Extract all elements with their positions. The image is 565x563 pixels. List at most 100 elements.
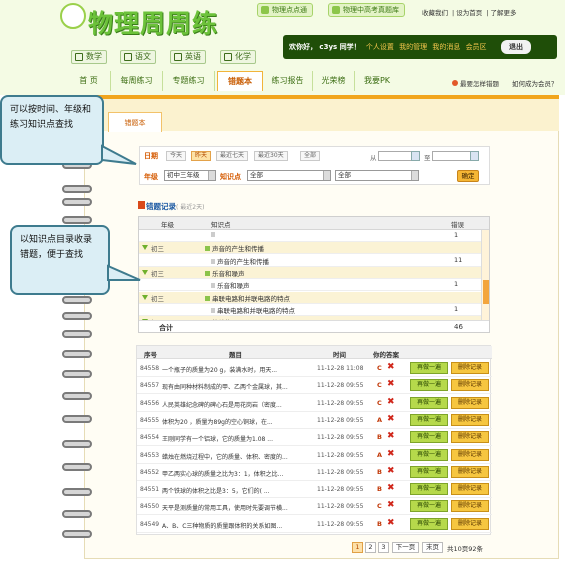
delete-record-button[interactable]: 删除记录 [451, 362, 489, 374]
redo-button[interactable]: 再做一遍 [410, 465, 448, 478]
tab-honor[interactable]: 光荣榜 [313, 71, 355, 91]
question-row: 84557 现有由同种材料制成的甲、乙两个金属球，其... 11-12-28 09:… [137, 377, 492, 395]
total-label: 合计 [159, 324, 173, 332]
binder-ring [62, 350, 92, 358]
redo-button[interactable]: 再做一遍 [410, 517, 448, 530]
top-link-point[interactable]: 物理点点通 [257, 3, 313, 17]
document-icon [211, 307, 215, 313]
subject-english[interactable]: 英语 [170, 50, 206, 64]
user-greeting: 欢你好， c3ys 同学！ [289, 43, 361, 51]
calendar-icon[interactable] [411, 151, 420, 161]
tab-weekly[interactable]: 每周练习 [111, 71, 163, 91]
question-text[interactable]: 甲乙两实心球的质量之比为3：1，体积之比... [162, 469, 307, 478]
knowledge-select-2[interactable]: 全部 [335, 170, 419, 181]
filter-panel: 日期 今天 昨天 最近七天 最近30天 全部 从 至 年级 初中三年级 知识点 … [139, 146, 490, 185]
site-logo[interactable]: 物理周周练 [88, 4, 218, 40]
date-today[interactable]: 今天 [166, 151, 187, 161]
top-link-exam[interactable]: 物理中高考真题库 [328, 3, 405, 17]
expand-arrow-icon[interactable] [142, 245, 148, 251]
user-link-member[interactable]: 会员区 [466, 43, 487, 51]
howto-member-link[interactable]: 如何成为会员？ [512, 78, 558, 88]
grade-label: 年级 [144, 173, 158, 181]
last-page-button[interactable]: 末页 [422, 542, 443, 553]
tab-report[interactable]: 练习报告 [263, 71, 313, 91]
question-id: 84557 [140, 382, 160, 390]
date-30days[interactable]: 最近30天 [254, 151, 288, 161]
delete-record-button[interactable]: 删除记录 [451, 517, 489, 530]
knowledge-row[interactable]: 串联电路和并联电路的特点 1 [139, 304, 481, 316]
binder-ring [62, 330, 92, 338]
delete-record-button[interactable]: 删除记录 [451, 483, 489, 496]
user-link-manage[interactable]: 我的管理 [399, 43, 427, 51]
knowledge-row[interactable]: 声音的产生和传播 11 [139, 255, 481, 267]
redo-button[interactable]: 再做一遍 [410, 448, 448, 461]
knowledge-select-1[interactable]: 全部 [247, 170, 331, 181]
tab-pk[interactable]: 我要PK [355, 71, 399, 91]
subject-chemistry[interactable]: 化学 [220, 50, 256, 64]
page-3[interactable]: 3 [378, 542, 389, 553]
your-answer: C [377, 381, 382, 390]
scrollbar-thumb[interactable] [483, 280, 489, 304]
col-wrong: 错误 [451, 221, 464, 229]
tab-wrongbook[interactable]: 错题本 [217, 71, 263, 91]
question-text[interactable]: 一个瓶子的质量为20 g，装满水时，用天... [162, 365, 307, 374]
logout-button[interactable]: 退出 [501, 40, 531, 54]
redo-button[interactable]: 再做一遍 [410, 379, 448, 392]
delete-record-button[interactable]: 删除记录 [451, 379, 489, 392]
redo-button[interactable]: 再做一遍 [410, 500, 448, 513]
scrollbar[interactable] [481, 230, 489, 320]
question-time: 11-12-28 09:55 [317, 486, 364, 494]
wrong-x-icon: ✖ [387, 483, 395, 494]
question-text[interactable]: 现有由同种材料制成的甲、乙两个金属球，其... [162, 382, 307, 391]
confirm-button[interactable]: 确定 [457, 170, 479, 182]
delete-record-button[interactable]: 删除记录 [451, 413, 489, 426]
question-text[interactable]: 两个铁球的体积之比是3：5，它们的( ... [162, 486, 307, 495]
calendar-icon[interactable] [470, 151, 479, 161]
callout-pointer [107, 264, 141, 281]
subject-math[interactable]: 数学 [71, 50, 107, 64]
row-knowledge: 声音的产生和传播 [211, 256, 269, 266]
question-text[interactable]: A、B、C三种物质的质量跟体积的关系如图... [162, 521, 307, 530]
user-link-settings[interactable]: 个人设置 [366, 43, 394, 51]
new-note-link[interactable]: 最要怎样错题 [452, 78, 499, 88]
expand-arrow-icon[interactable] [142, 294, 148, 300]
knowledge-row[interactable]: 初三 串联电路和并联电路的特点 [139, 291, 481, 304]
page-2[interactable]: 2 [365, 542, 376, 553]
grade-select[interactable]: 初中三年级 [164, 170, 216, 181]
tab-home[interactable]: 首 页 [67, 71, 111, 91]
delete-record-button[interactable]: 删除记录 [451, 465, 489, 478]
question-text[interactable]: 人民英雄纪念碑的碑心石是用花岗岩（密度... [162, 400, 307, 409]
tab-topic[interactable]: 专题练习 [163, 71, 215, 91]
subject-chinese[interactable]: 语文 [120, 50, 156, 64]
question-text[interactable]: 体积为20 ，质量为89g的空心铜球，在... [162, 417, 307, 426]
question-text[interactable]: 王刚同学有一个铝球，它的质量为1.08 ... [162, 434, 307, 443]
learn-more-link[interactable]: 了解更多 [491, 9, 517, 17]
delete-record-button[interactable]: 删除记录 [451, 448, 489, 461]
page-1[interactable]: 1 [352, 542, 363, 553]
redo-button[interactable]: 再做一遍 [410, 362, 448, 374]
date-all[interactable]: 全部 [300, 151, 321, 161]
delete-record-button[interactable]: 删除记录 [451, 396, 489, 409]
set-homepage-link[interactable]: 设为首页 [456, 9, 482, 17]
question-text[interactable]: 天平是测质量的常用工具，使用时先要调节横... [162, 503, 307, 512]
redo-button[interactable]: 再做一遍 [410, 413, 448, 426]
user-bar: 欢你好， c3ys 同学！ 个人设置 我的管理 我的消息 会员区 退出 [283, 35, 557, 59]
redo-button[interactable]: 再做一遍 [410, 483, 448, 496]
next-page-button[interactable]: 下一页 [392, 542, 419, 553]
your-answer: B [377, 467, 382, 476]
delete-record-button[interactable]: 删除记录 [451, 500, 489, 513]
redo-button[interactable]: 再做一遍 [410, 431, 448, 444]
notebook-tab[interactable]: 错题本 [108, 112, 162, 132]
user-link-messages[interactable]: 我的消息 [432, 43, 460, 51]
row-knowledge: 声音的产生和传播 [205, 243, 264, 253]
question-text[interactable]: 蜡烛在燃烧过程中，它的质量、体积、密度的... [162, 452, 307, 461]
bookmark-link[interactable]: 收藏我们 [422, 9, 448, 17]
date-yesterday[interactable]: 昨天 [191, 151, 212, 161]
knowledge-row[interactable]: 乐音和噪声 1 [139, 279, 481, 292]
knowledge-row[interactable]: 初三 声音的产生和传播 [139, 242, 481, 255]
knowledge-row[interactable]: 初三 乐音和噪声 [139, 266, 481, 279]
knowledge-row[interactable]: 1 [139, 230, 481, 242]
delete-record-button[interactable]: 删除记录 [451, 431, 489, 444]
redo-button[interactable]: 再做一遍 [410, 396, 448, 409]
date-7days[interactable]: 最近七天 [216, 151, 249, 161]
